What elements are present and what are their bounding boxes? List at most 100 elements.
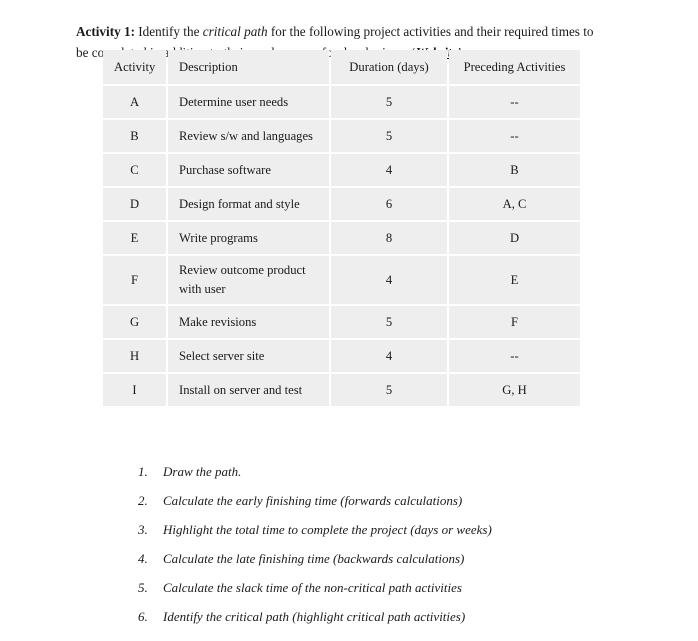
cell-description-value: Write programs <box>179 230 258 245</box>
list-item: 4. Calculate the late finishing time (bac… <box>138 548 608 577</box>
table-row: D Design format and style 6 A, C <box>103 188 580 220</box>
activity-label: Activity 1: <box>76 24 135 40</box>
cell-description-value: Review outcome product with user <box>179 263 306 296</box>
cell-preceding: A, C <box>449 188 580 220</box>
table-body: A Determine user needs 5 -- B Review s/w… <box>103 86 580 406</box>
cell-duration: 8 <box>331 222 447 254</box>
column-header-duration: Duration (days) <box>331 50 447 84</box>
cell-duration-value: 5 <box>385 94 393 109</box>
column-header-activity-label: Activity <box>114 59 156 74</box>
cell-activity: H <box>103 340 166 372</box>
cell-preceding: D <box>449 222 580 254</box>
cell-preceding: E <box>449 256 580 304</box>
table-header: Activity Description Duration (days) Pre… <box>103 50 580 84</box>
cell-description-value: Review s/w and languages <box>179 128 313 143</box>
cell-description-value: Install on server and test <box>179 382 303 397</box>
cell-description: Review outcome product with user <box>168 256 329 304</box>
table-row: H Select server site 4 -- <box>103 340 580 372</box>
column-header-duration-label: Duration (days) <box>349 59 429 74</box>
cell-preceding-value: -- <box>510 348 519 363</box>
column-header-description: Description <box>168 50 329 84</box>
cell-duration: 5 <box>331 374 447 406</box>
cell-preceding-value: F <box>510 314 518 329</box>
cell-preceding-value: A, C <box>502 196 527 211</box>
cell-description: Purchase software <box>168 154 329 186</box>
table-row: F Review outcome product with user 4 E <box>103 256 580 304</box>
cell-activity: D <box>103 188 166 220</box>
cell-description-value: Select server site <box>179 348 265 363</box>
cell-duration-value: 4 <box>385 348 393 363</box>
cell-duration: 5 <box>331 306 447 338</box>
table-row: A Determine user needs 5 -- <box>103 86 580 118</box>
cell-description-value: Make revisions <box>179 314 257 329</box>
cell-duration-value: 5 <box>385 314 393 329</box>
activities-table: Activity Description Duration (days) Pre… <box>101 48 582 408</box>
table-row: C Purchase software 4 B <box>103 154 580 186</box>
cell-duration-value: 8 <box>385 230 393 245</box>
table-header-row: Activity Description Duration (days) Pre… <box>103 50 580 84</box>
cell-activity: F <box>103 256 166 304</box>
cell-preceding-value: B <box>510 162 519 177</box>
list-item-text: Highlight the total time to complete the… <box>163 522 492 537</box>
list-item-text: Draw the path. <box>163 464 242 479</box>
table-row: G Make revisions 5 F <box>103 306 580 338</box>
cell-description-value: Purchase software <box>179 162 271 177</box>
column-header-preceding-label: Preceding Activities <box>463 59 566 74</box>
cell-activity-value: A <box>129 94 140 109</box>
cell-duration-value: 4 <box>385 162 393 177</box>
list-item-text: Calculate the late finishing time (backw… <box>163 551 465 566</box>
cell-activity-value: B <box>130 128 139 143</box>
cell-activity-value: C <box>130 162 139 177</box>
task-instruction-list: 1. Draw the path. 2. Calculate the early f… <box>138 461 608 635</box>
table-row: I Install on server and test 5 G, H <box>103 374 580 406</box>
cell-description: Write programs <box>168 222 329 254</box>
cell-preceding: B <box>449 154 580 186</box>
intro-emphasis-critical-path: critical path <box>202 24 268 40</box>
cell-duration: 5 <box>331 120 447 152</box>
cell-duration-value: 5 <box>385 382 393 397</box>
cell-description: Design format and style <box>168 188 329 220</box>
cell-activity-value: E <box>130 230 139 245</box>
cell-preceding: -- <box>449 86 580 118</box>
cell-duration: 5 <box>331 86 447 118</box>
cell-preceding-value: -- <box>510 94 519 109</box>
cell-activity-value: F <box>130 272 138 287</box>
cell-duration-value: 4 <box>385 272 393 287</box>
list-item-number: 2. <box>138 493 148 508</box>
cell-description: Install on server and test <box>168 374 329 406</box>
list-item: 3. Highlight the total time to complete t… <box>138 519 608 548</box>
list-item-text: Calculate the early finishing time (forw… <box>163 493 463 508</box>
list-item-number: 4. <box>138 551 148 566</box>
list-item: 5. Calculate the slack time of the non-cr… <box>138 577 608 606</box>
cell-preceding: -- <box>449 340 580 372</box>
table-row: E Write programs 8 D <box>103 222 580 254</box>
cell-description-value: Determine user needs <box>179 94 289 109</box>
cell-activity-value: D <box>129 196 140 211</box>
cell-duration: 4 <box>331 256 447 304</box>
cell-description: Select server site <box>168 340 329 372</box>
cell-preceding-value: G, H <box>502 382 527 397</box>
cell-preceding-value: -- <box>510 128 519 143</box>
list-item-number: 3. <box>138 522 148 537</box>
cell-activity: A <box>103 86 166 118</box>
cell-activity-value: H <box>129 348 140 363</box>
table-row: B Review s/w and languages 5 -- <box>103 120 580 152</box>
cell-activity: C <box>103 154 166 186</box>
activities-table-container: Activity Description Duration (days) Pre… <box>103 50 582 406</box>
cell-activity: B <box>103 120 166 152</box>
intro-text-1: Identify the <box>134 24 203 40</box>
list-item-text: Calculate the slack time of the non-crit… <box>163 580 462 595</box>
cell-description: Review s/w and languages <box>168 120 329 152</box>
cell-description: Determine user needs <box>168 86 329 118</box>
list-item: 2. Calculate the early finishing time (fo… <box>138 490 608 519</box>
cell-duration-value: 5 <box>385 128 393 143</box>
cell-duration: 4 <box>331 154 447 186</box>
cell-description: Make revisions <box>168 306 329 338</box>
cell-duration: 4 <box>331 340 447 372</box>
list-item-number: 1. <box>138 464 148 479</box>
cell-duration-value: 6 <box>385 196 393 211</box>
column-header-activity: Activity <box>103 50 166 84</box>
cell-preceding: -- <box>449 120 580 152</box>
list-item-text: Identify the critical path (highlight cr… <box>163 609 466 624</box>
cell-preceding-value: E <box>510 272 519 287</box>
